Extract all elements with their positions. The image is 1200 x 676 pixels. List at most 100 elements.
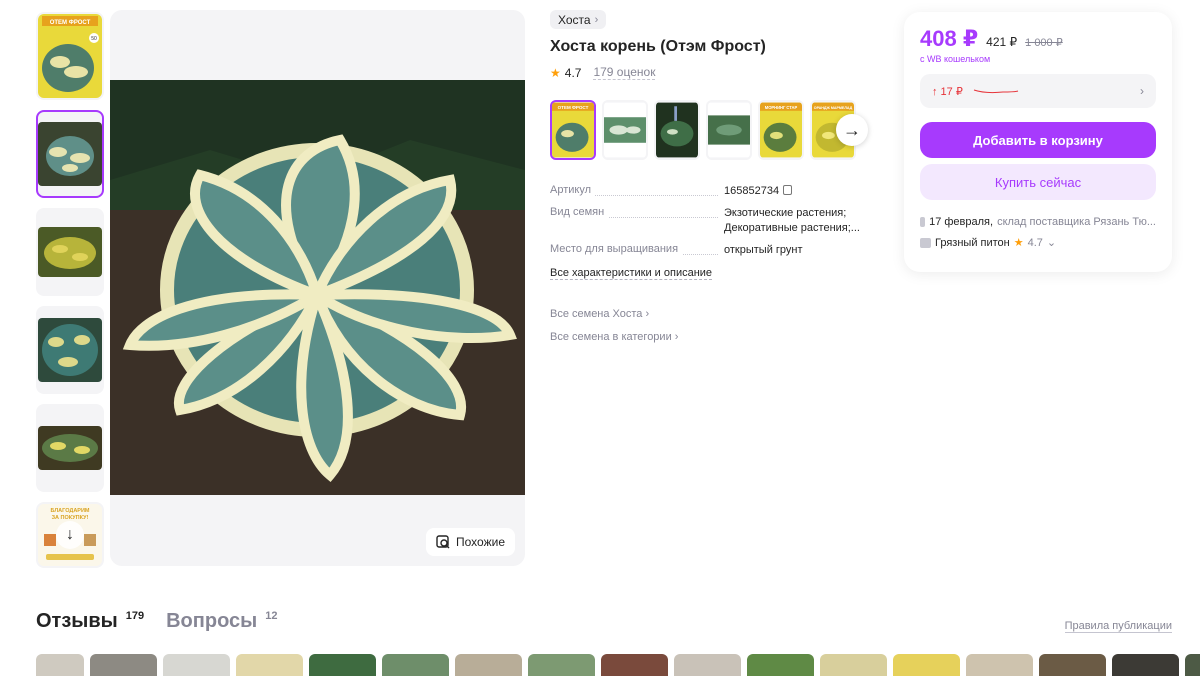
review-photo[interactable] (1039, 654, 1106, 676)
star-icon: ★ (1013, 237, 1024, 249)
spec-row: Место для выращивания открытый грунт (550, 243, 880, 258)
spec-key: Артикул (550, 184, 724, 196)
thumbnail-5[interactable] (36, 404, 104, 492)
review-photo[interactable] (820, 654, 887, 676)
brand-label: Хоста (558, 12, 591, 27)
variant-option[interactable]: МОРНИНГ СТАР (758, 100, 804, 160)
article-number: 165852734 (724, 185, 780, 197)
shop-icon (920, 237, 931, 248)
thumbnail-column: ОТЕМ ФРОСТ 50 БЛАГОДАРИМ ЗА ПОКУПКУ! ↓ (36, 12, 104, 578)
scroll-down-icon[interactable]: ↓ (56, 521, 84, 549)
all-specs-link[interactable]: Все характеристики и описание (550, 267, 713, 280)
spec-key: Вид семян (550, 206, 724, 218)
variant-image (656, 102, 698, 158)
chevron-right-icon: › (674, 331, 679, 343)
review-photos-strip (36, 654, 1200, 676)
review-photo[interactable] (893, 654, 960, 676)
reviews-tabs: Отзывы 179 Вопросы 12 (36, 610, 277, 633)
similar-button[interactable]: Похожие (426, 528, 515, 556)
reviews-count-link[interactable]: 179 оценок (593, 65, 656, 80)
thumbnail-2[interactable] (36, 110, 104, 198)
thumbnail-image (38, 318, 102, 382)
review-photo[interactable] (163, 654, 230, 676)
thumbnail-1[interactable]: ОТЕМ ФРОСТ 50 (36, 12, 104, 100)
arrow-right-icon[interactable]: → (836, 114, 868, 146)
variant-selector: ОТЕМ ФРОСТ МОРНИНГ СТАР ОРАНДЖ МАРМЕЛАД … (550, 100, 870, 160)
product-title: Хоста корень (Отэм Фрост) (550, 38, 766, 55)
seller-rating: 4.7 (1027, 236, 1043, 249)
spec-key: Место для выращивания (550, 243, 724, 255)
add-to-cart-button[interactable]: Добавить в корзину (920, 122, 1156, 158)
review-photo[interactable] (382, 654, 449, 676)
seller-name: Грязный питон (935, 236, 1010, 249)
similar-label: Похожие (456, 535, 505, 549)
wallet-note: с WB кошельком (920, 54, 991, 64)
review-photo[interactable] (309, 654, 376, 676)
price-row: 408 ₽ 421 ₽ 1 000 ₽ (920, 26, 1156, 52)
star-icon: ★ (550, 65, 561, 80)
review-photo[interactable] (1185, 654, 1200, 676)
review-photo[interactable] (528, 654, 595, 676)
delivery-date: 17 февраля, (929, 216, 994, 228)
variant-image: ОТЕМ ФРОСТ (552, 102, 594, 158)
chevron-down-icon: ⌄ (1046, 237, 1057, 249)
copy-icon[interactable] (783, 185, 793, 195)
price-history[interactable]: ↑ 17 ₽ › (920, 74, 1156, 108)
spec-value: Экзотические растения; Декоративные раст… (724, 207, 860, 234)
product-info: Хоста › Хоста корень (Отэм Фрост) ★ 4.7 … (550, 10, 880, 343)
delivery-info: 17 февраля, склад поставщика Рязань Тю..… (920, 216, 1156, 228)
variant-label: ОРАНДЖ МАРМЕЛАД (814, 106, 853, 110)
variant-image (708, 102, 750, 158)
reviews-count-badge: 179 (125, 610, 145, 622)
thumbnail-1-count: 50 (91, 36, 97, 42)
review-photo[interactable] (455, 654, 522, 676)
buy-now-button[interactable]: Купить сейчас (920, 164, 1156, 200)
variant-option[interactable] (602, 100, 648, 160)
box-icon (920, 217, 926, 227)
rating-row: ★ 4.7 179 оценок (550, 65, 880, 80)
tab-reviews[interactable]: Отзывы (36, 610, 118, 633)
all-brand-seeds-link[interactable]: Все семена Хоста › (550, 308, 880, 320)
wallet-price: 408 ₽ (920, 26, 979, 51)
spec-row: Вид семян Экзотические растения; Декорат… (550, 206, 880, 236)
thumbnail-image (38, 227, 102, 277)
chevron-right-icon: › (594, 13, 599, 26)
tab-questions[interactable]: Вопросы (166, 610, 257, 633)
spec-value: 165852734 (724, 184, 864, 199)
variant-image (604, 102, 646, 158)
review-photo[interactable] (966, 654, 1033, 676)
thumbnail-3[interactable] (36, 208, 104, 296)
thumbnail-4[interactable] (36, 306, 104, 394)
seller-info[interactable]: Грязный питон ★ 4.7 ⌄ (920, 236, 1156, 249)
review-photo[interactable] (674, 654, 741, 676)
thumbnail-image (38, 122, 102, 186)
brand-link[interactable]: Хоста › (550, 10, 607, 29)
variant-option[interactable] (706, 100, 752, 160)
main-product-photo[interactable]: Похожие (110, 10, 525, 566)
variant-label: ОТЕМ ФРОСТ (558, 105, 589, 110)
review-photo[interactable] (236, 654, 303, 676)
hosta-plant-image (110, 80, 525, 495)
review-photo[interactable] (747, 654, 814, 676)
variant-option[interactable]: ОТЕМ ФРОСТ (550, 100, 596, 160)
chevron-right-icon: › (1140, 84, 1144, 98)
chevron-right-icon: › (645, 308, 650, 320)
variant-option[interactable] (654, 100, 700, 160)
review-photo[interactable] (90, 654, 157, 676)
variant-label: МОРНИНГ СТАР (765, 105, 798, 110)
review-photo[interactable] (1112, 654, 1179, 676)
all-category-seeds-link[interactable]: Все семена в категории › (550, 331, 880, 343)
old-price: 1 000 ₽ (1025, 37, 1063, 49)
regular-price: 421 ₽ (986, 35, 1018, 49)
rating-value: 4.7 (564, 65, 582, 80)
thumbnail-6[interactable]: БЛАГОДАРИМ ЗА ПОКУПКУ! ↓ (36, 502, 104, 568)
spec-value: открытый грунт (724, 244, 803, 256)
price-trend-icon (973, 89, 1019, 94)
price-change: ↑ 17 ₽ (932, 85, 963, 98)
specs-table: Артикул 165852734 Вид семян Экзотические… (550, 184, 880, 280)
thumbnail-image: ОТЕМ ФРОСТ 50 (38, 14, 102, 98)
review-photo[interactable] (601, 654, 668, 676)
delivery-warehouse: склад поставщика Рязань Тю... (997, 216, 1156, 228)
review-photo[interactable] (36, 654, 84, 676)
publication-rules-link[interactable]: Правила публикации (1064, 620, 1172, 633)
